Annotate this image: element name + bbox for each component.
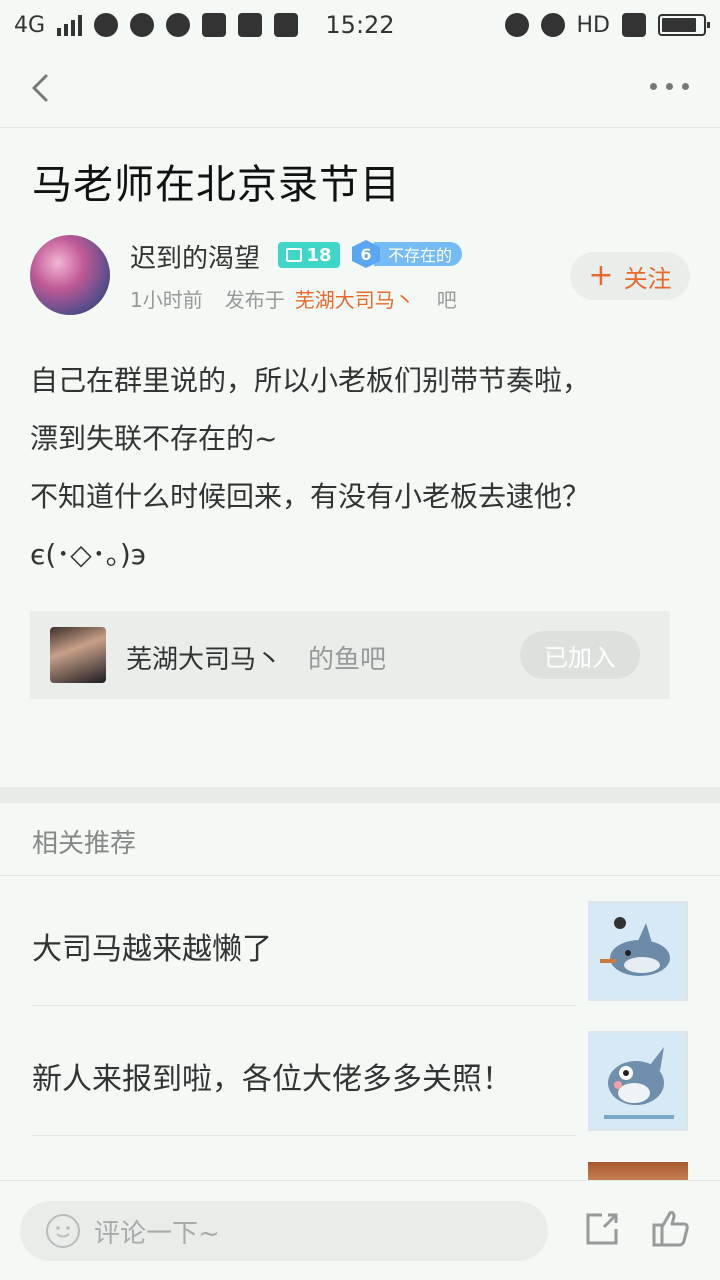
published-in-label: 发布于 [225, 284, 285, 313]
recommend-thumbnail [588, 1031, 688, 1131]
body-line: 漂到失联不存在的~ [30, 422, 278, 455]
follow-button[interactable]: + 关注 [570, 252, 690, 300]
recommend-thumbnail [588, 901, 688, 1001]
recommend-header: 相关推荐 [32, 829, 137, 859]
post-body: 自己在群里说的，所以小老板们别带节奏啦， 漂到失联不存在的~ 不知道什么时候回来… [30, 352, 700, 584]
author-name[interactable]: 迟到的渴望 [130, 238, 260, 275]
nav-bar [0, 50, 720, 128]
shark-image [590, 1033, 686, 1129]
comment-placeholder: 评论一下~ [94, 1218, 220, 1249]
plus-icon: + [588, 258, 614, 293]
recommend-item[interactable]: 大司马越来越懒了 [0, 876, 720, 1006]
level-icon [286, 248, 303, 262]
level-number: 18 [306, 244, 332, 266]
title-badge: 6 不存在的 [352, 240, 463, 268]
recommend-title: 大司马越来越懒了 [32, 932, 272, 967]
battery-icon [658, 14, 710, 36]
like-button[interactable] [650, 1207, 692, 1249]
comment-input[interactable]: 评论一下~ [20, 1201, 548, 1261]
post-title: 马老师在北京录节目 [32, 162, 401, 208]
more-button[interactable] [650, 76, 696, 96]
more-dot [666, 82, 673, 90]
smile-face [56, 1226, 70, 1238]
section-divider [0, 787, 720, 803]
published-label: 发布于 [224, 288, 285, 312]
body-line: 自己在群里说的，所以小老板们别带节奏啦， [30, 364, 591, 397]
level-badge: 18 [278, 242, 340, 268]
share-button[interactable] [582, 1209, 622, 1249]
forum-link[interactable]: 芜湖大司马丶 [295, 284, 415, 313]
more-dots-icon [650, 82, 657, 90]
back-button[interactable] [24, 70, 60, 106]
body-line: 不知道什么时候回来，有没有小老板去逮他？ [30, 480, 591, 513]
forum-avatar [50, 627, 106, 683]
follow-label: 关注 [623, 264, 672, 293]
post-meta: 1小时前 发布于 芜湖大司马丶 吧 [130, 284, 457, 313]
forum-card[interactable]: 芜湖大司马丶 的鱼吧 已加入 [30, 611, 670, 699]
body-line: є(･◇･｡)э [30, 538, 147, 571]
shark-image [590, 903, 686, 999]
recommend-title: 新人来报到啦，各位大佬多多关照！ [32, 1062, 512, 1097]
forum-suffix: 吧 [436, 288, 457, 312]
more-dot [682, 82, 689, 90]
divider [32, 1135, 576, 1136]
thumbs-up-icon [652, 1211, 689, 1247]
status-bar: 4G 15:22 HD [0, 0, 720, 50]
joined-button[interactable]: 已加入 [520, 631, 640, 679]
recommend-item[interactable]: 新人来报到啦，各位大佬多多关照！ [0, 1006, 720, 1136]
clock: 15:22 [325, 11, 395, 39]
forum-card-suffix: 的鱼吧 [308, 645, 387, 675]
forum-card-name: 芜湖大司马丶 [126, 645, 283, 675]
chevron-left-icon [32, 74, 48, 102]
share-icon [586, 1213, 618, 1245]
title-badge-text: 不存在的 [374, 242, 463, 266]
post-time: 1小时前 [130, 288, 203, 312]
bottom-bar: 评论一下~ [0, 1180, 720, 1280]
emoji-icon[interactable] [46, 1214, 80, 1248]
author-avatar[interactable] [30, 235, 110, 315]
